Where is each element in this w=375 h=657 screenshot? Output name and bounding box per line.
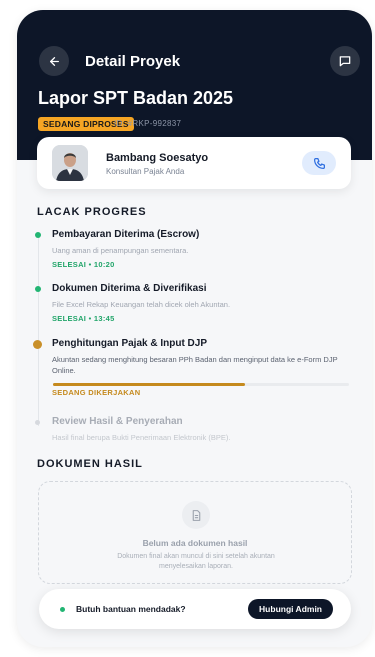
help-text: Butuh bantuan mendadak?	[76, 604, 186, 614]
progress-fill	[53, 383, 246, 386]
step-desc: Akuntan sedang menghitung besaran PPh Ba…	[52, 355, 338, 375]
timeline-step-review: Review Hasil & Penyerahan Hasil final be…	[35, 416, 357, 443]
step-title: Dokumen Diterima & Diverifikasi	[52, 283, 207, 294]
step-title: Review Hasil & Penyerahan	[52, 416, 183, 427]
step-title: Pembayaran Diterima (Escrow)	[52, 229, 200, 240]
document-icon	[182, 501, 210, 529]
call-button[interactable]	[302, 151, 336, 175]
chat-button[interactable]	[330, 46, 360, 76]
empty-documents-desc: Dokumen final akan muncul di sini setela…	[117, 553, 275, 570]
back-button[interactable]	[39, 46, 69, 76]
step-title: Penghitungan Pajak & Input DJP	[52, 338, 208, 349]
documents-section-title: DOKUMEN HASIL	[37, 458, 143, 470]
tracking-section-title: LACAK PROGRES	[37, 206, 147, 218]
timeline-step-calculation: Penghitungan Pajak & Input DJP Akuntan s…	[33, 338, 357, 397]
consultant-name: Bambang Soesatyo	[106, 152, 209, 164]
online-status-dot	[60, 607, 65, 612]
step-desc: Uang aman di penampungan sementara.	[52, 246, 189, 255]
step-desc: Hasil final berupa Bukti Penerimaan Elek…	[52, 433, 231, 442]
step-pending-dot	[35, 420, 40, 425]
avatar	[52, 145, 88, 181]
message-square-icon	[339, 56, 351, 67]
step-done-dot	[35, 232, 41, 238]
step-active-dot	[33, 340, 42, 349]
progress-bar	[53, 383, 349, 386]
project-id: ID: #RKP-992837	[114, 119, 182, 128]
phone-icon	[313, 157, 325, 169]
step-desc: File Excel Rekap Keuangan telah dicek ol…	[52, 300, 231, 309]
app-screen: Detail Proyek Lapor SPT Badan 2025 SEDAN…	[17, 10, 372, 647]
timeline-step-documents: Dokumen Diterima & Diverifikasi File Exc…	[35, 283, 357, 323]
help-bar: Butuh bantuan mendadak? Hubungi Admin	[39, 589, 351, 629]
empty-documents-panel: Belum ada dokumen hasil Dokumen final ak…	[38, 481, 352, 584]
step-status: SELESAI • 13:45	[52, 314, 115, 323]
step-status: SEDANG DIKERJAKAN	[52, 388, 141, 397]
empty-documents-title: Belum ada dokumen hasil	[142, 538, 248, 548]
contact-admin-button[interactable]: Hubungi Admin	[248, 599, 333, 619]
step-done-dot	[35, 286, 41, 292]
project-title: Lapor SPT Badan 2025	[38, 88, 234, 108]
consultant-card: Bambang Soesatyo Konsultan Pajak Anda	[37, 137, 351, 189]
timeline-step-payment: Pembayaran Diterima (Escrow) Uang aman d…	[35, 229, 357, 269]
header-title: Detail Proyek	[85, 53, 181, 70]
step-status: SELESAI • 10:20	[52, 260, 115, 269]
arrow-left-icon	[49, 56, 59, 66]
consultant-role: Konsultan Pajak Anda	[106, 167, 185, 176]
